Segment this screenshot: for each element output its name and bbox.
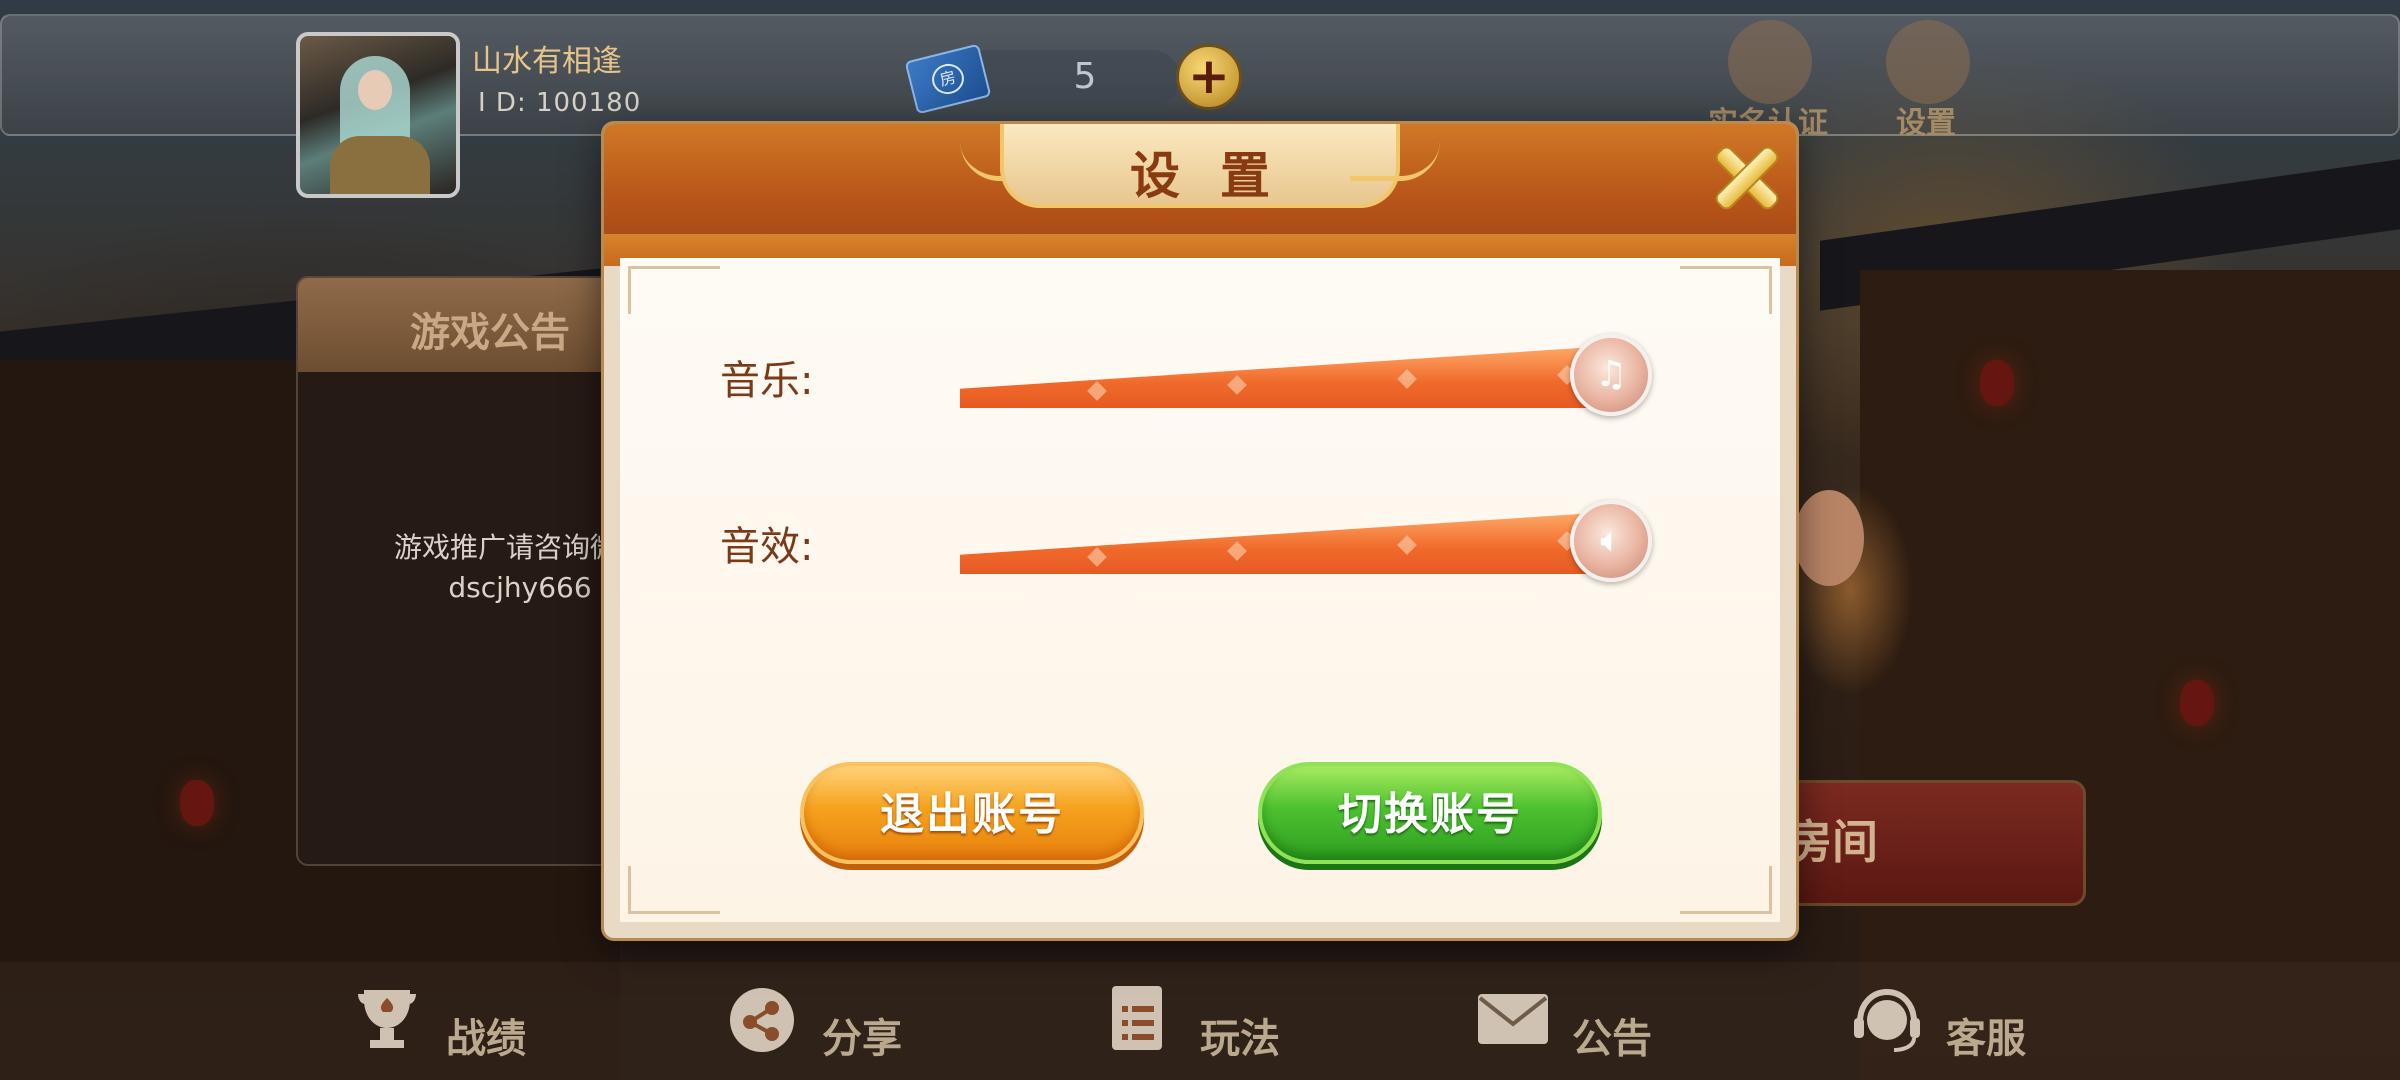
announcement-title: 游戏公告 <box>410 310 570 356</box>
nav-label: 玩法 <box>1200 1016 1280 1062</box>
music-slider-fill <box>960 344 1640 408</box>
switch-account-button[interactable]: 切换账号 <box>1258 762 1602 864</box>
announcement-line: dscjhy666 <box>448 571 592 604</box>
dialog-header: 设置 <box>604 124 1796 266</box>
settings-dialog: 设置 音乐: ♫ 音效: 🔈︎ 退出账号 切换账号 <box>604 124 1796 938</box>
announcement-header: 游戏公告 <box>298 278 638 372</box>
mail-icon <box>1478 994 1548 1044</box>
nav-label: 战绩 <box>446 1016 526 1062</box>
logout-button[interactable]: 退出账号 <box>800 762 1144 864</box>
sfx-slider[interactable]: 🔈︎ <box>960 500 1652 582</box>
user-id: I D: 100180 <box>478 88 642 118</box>
corner-ornament <box>628 866 720 914</box>
rules-book-icon <box>1112 986 1162 1050</box>
announcement-line: 游戏推广请咨询微信 <box>393 531 640 564</box>
announcement-body: 游戏推广请咨询微信 dscjhy666 <box>310 528 640 608</box>
share-icon <box>730 988 794 1052</box>
settings-label: 设置 <box>1896 106 1956 141</box>
sfx-slider-track <box>960 510 1640 574</box>
nickname: 山水有相逢 <box>472 44 622 79</box>
settings-button[interactable]: 设置 <box>1866 20 1986 141</box>
room-card-count: 5 <box>1073 56 1097 97</box>
music-slider-track <box>960 344 1640 408</box>
sfx-label: 音效: <box>720 524 814 570</box>
real-name-button[interactable]: 实名认证 <box>1708 20 1828 141</box>
announcement-panel: 游戏公告 游戏推广请咨询微信 dscjhy666 <box>296 276 640 866</box>
nav-label: 客服 <box>1946 1016 2026 1062</box>
corner-ornament <box>1680 866 1772 914</box>
headset-icon <box>1854 988 1920 1052</box>
avatar[interactable] <box>296 32 460 198</box>
hostess-portrait <box>1770 450 1970 780</box>
nav-label: 公告 <box>1572 1016 1652 1062</box>
nav-label: 分享 <box>822 1016 902 1062</box>
dialog-title: 设置 <box>1130 147 1310 205</box>
speaker-icon[interactable]: 🔈︎ <box>1570 500 1652 582</box>
trophy-icon <box>358 990 416 1048</box>
music-label: 音乐: <box>720 358 814 404</box>
corner-ornament <box>628 266 720 314</box>
room-button-label: 房间 <box>1786 815 1878 869</box>
music-slider[interactable]: ♫ <box>960 334 1652 416</box>
dialog-body: 音乐: ♫ 音效: 🔈︎ 退出账号 切换账号 <box>620 258 1780 922</box>
gear-icon <box>1886 20 1970 104</box>
scroll-icon <box>1728 20 1812 104</box>
music-note-icon[interactable]: ♫ <box>1570 334 1652 416</box>
corner-ornament <box>1680 266 1772 314</box>
close-button[interactable] <box>1710 142 1782 213</box>
add-cards-button[interactable]: + <box>1176 44 1242 110</box>
sfx-slider-fill <box>960 510 1640 574</box>
